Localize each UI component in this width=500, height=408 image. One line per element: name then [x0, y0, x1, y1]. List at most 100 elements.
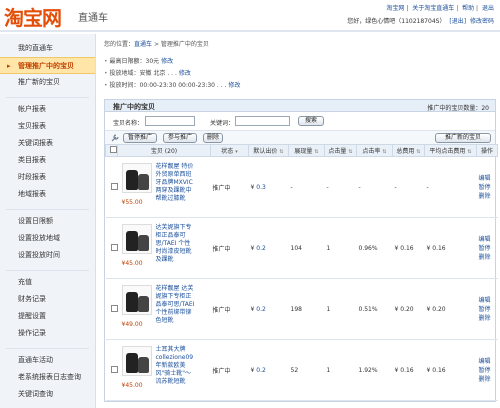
sidebar-item-promote-new[interactable]: 推广新的宝贝	[0, 74, 95, 91]
delete-link[interactable]: 删除	[479, 375, 498, 384]
edit-link[interactable]: 编辑	[479, 357, 498, 366]
sort-icon: ⇅	[382, 149, 387, 155]
baby-name-label: 宝贝名称：	[113, 120, 144, 127]
col-ctr[interactable]: 点击率 ⇅	[356, 144, 393, 157]
sidebar-item-old-report-log[interactable]: 老系统报表日志查询	[0, 369, 95, 386]
product-thumbnail[interactable]	[121, 224, 152, 254]
bullet-icon: •	[104, 82, 108, 89]
logout-link[interactable]: 退出	[482, 5, 494, 12]
avg-cpc-cell: -	[424, 156, 477, 218]
edit-link[interactable]: 编辑	[479, 296, 498, 305]
time-row: • 投放时间：00:00-23:30 00:00-23:30 . . . 修改	[104, 80, 496, 92]
bid-value[interactable]: 0.2	[256, 245, 266, 252]
row-checkbox[interactable]	[110, 243, 118, 251]
delete-link[interactable]: 删除	[479, 192, 498, 201]
time-edit-link[interactable]: 修改	[228, 82, 240, 89]
ops-cell: 编辑 暂停 删除	[476, 156, 498, 218]
sidebar-item-finance-records[interactable]: 财务记录	[0, 291, 95, 308]
product-price: ¥49.00	[122, 321, 143, 328]
sidebar-item-recharge[interactable]: 充值	[0, 274, 95, 291]
exit-link[interactable]: [退出]	[449, 18, 466, 25]
keyword-input[interactable]	[235, 116, 290, 126]
sidebar-item-ztc-activities[interactable]: 直通车活动	[0, 352, 95, 369]
sidebar-item-operation-log[interactable]: 操作记录	[0, 325, 95, 342]
row-checkbox[interactable]	[110, 365, 118, 373]
bid-value[interactable]: 0.2	[256, 367, 266, 374]
taobao-logo[interactable]: 淘宝网	[4, 2, 62, 31]
sidebar-item-time-report[interactable]: 时段报表	[0, 169, 95, 186]
product-title-link[interactable]: 土耳其大牌 collezione09年新款欧美风"骑士靴"～流苏靴短靴	[156, 346, 196, 386]
col-status-label: 状态	[221, 148, 234, 155]
product-thumbnail[interactable]	[121, 346, 152, 376]
col-ctr-label: 点击率	[362, 148, 381, 155]
sidebar-item-baby-report[interactable]: 宝贝报表	[0, 118, 95, 135]
sidebar-item-manage-promoting[interactable]: ▸ 管理推广中的宝贝	[0, 57, 95, 74]
sort-icon: ⇅	[279, 149, 284, 155]
product-thumbnail[interactable]	[121, 285, 152, 315]
sidebar-item-set-daily-limit[interactable]: 设置日限额	[0, 213, 95, 230]
col-default-bid[interactable]: 默认出价 ⇅	[248, 144, 289, 157]
sidebar-item-reminder-settings[interactable]: 提醒设置	[0, 308, 95, 325]
about-link[interactable]: 关于淘宝直通车	[412, 5, 454, 12]
col-impressions[interactable]: 展现量 ⇅	[288, 144, 325, 157]
row-checkbox[interactable]	[110, 304, 118, 312]
yen-icon: ¥	[394, 305, 399, 313]
taobao-link[interactable]: 淘宝网	[386, 5, 404, 12]
edit-link[interactable]: 编辑	[479, 174, 498, 183]
col-clicks[interactable]: 点击量 ⇅	[324, 144, 357, 157]
product-title-link[interactable]: 花样靓屋 达芙妮旗下专柜正品泰可思/TAEI 个性前绑带铆色短靴	[156, 285, 196, 325]
sidebar-item-set-region[interactable]: 设置投放地域	[0, 230, 95, 247]
bid-value[interactable]: 0.3	[256, 184, 266, 191]
col-status[interactable]: 状态 ▾	[210, 144, 249, 157]
col-avg-cpc[interactable]: 平均点击费用 ⇅	[424, 144, 477, 157]
modify-password-link[interactable]: 修改密码	[470, 18, 494, 25]
sidebar-item-account-report[interactable]: 帐户报表	[0, 101, 95, 118]
yen-icon: ¥	[426, 366, 431, 374]
settings-summary: • 最高日限额：30元 修改 • 投放地域：安徽 北京 . . . 修改 • 投放时间…	[104, 56, 496, 92]
search-button[interactable]: 搜索	[298, 116, 324, 126]
col-cost[interactable]: 总费用 ⇅	[392, 144, 425, 157]
delete-button[interactable]: 删除	[203, 133, 223, 143]
delete-link[interactable]: 删除	[479, 314, 498, 323]
join-promotion-button[interactable]: 参与推广	[163, 133, 197, 143]
baby-count-suffix: (20)	[164, 148, 178, 155]
daily-limit-edit-link[interactable]: 修改	[161, 58, 173, 65]
sidebar-item-category-report[interactable]: 类目报表	[0, 152, 95, 169]
sidebar-item-my-ztc[interactable]: 我的直通车	[0, 40, 95, 57]
sidebar-item-region-report[interactable]: 地域报表	[0, 186, 95, 203]
top-links: 淘宝网 | 关于淘宝直通车 | 帮助 | 退出	[386, 5, 494, 12]
yen-icon: ¥	[426, 244, 431, 252]
row-checkbox[interactable]	[110, 182, 118, 190]
product-title-link[interactable]: 花样靓屋 特价外贸原单西班牙品牌MXVIC两穿及踝靴中帮靴过膝靴	[156, 163, 196, 203]
pause-link[interactable]: 暂停	[479, 244, 498, 253]
ops-cell: 编辑 暂停 删除	[476, 339, 498, 401]
pause-promotion-button[interactable]: 暂停推广	[123, 133, 157, 143]
sidebar-item-set-time[interactable]: 设置投放时间	[0, 247, 95, 264]
sidebar-item-keyword-query[interactable]: 关键词查询	[0, 386, 95, 403]
product-price-value: 55.00	[125, 199, 143, 206]
wrench-icon	[111, 134, 119, 142]
item-cell: 土耳其大牌 collezione09年新款欧美风"骑士靴"～流苏靴短靴 ¥45.…	[117, 339, 211, 401]
delete-link[interactable]: 删除	[479, 253, 498, 262]
product-price: ¥55.00	[122, 199, 143, 206]
product-price-value: 45.00	[125, 382, 143, 389]
pause-link[interactable]: 暂停	[479, 305, 498, 314]
bid-value[interactable]: 0.2	[256, 306, 266, 313]
baby-name-input[interactable]	[145, 116, 195, 126]
product-title-link[interactable]: 达芙妮旗下专柜正品泰可思/TAEI 个性时尚漆皮短靴及踝靴	[156, 224, 196, 264]
breadcrumb-current: 管理推广中的宝贝	[160, 41, 209, 48]
edit-link[interactable]: 编辑	[479, 235, 498, 244]
breadcrumb-home-link[interactable]: 直通车	[134, 41, 152, 48]
cost-cell: ¥ 0.16	[392, 217, 425, 279]
avg-cpc-cell: ¥ 0.16	[424, 339, 477, 401]
sidebar-item-keyword-report[interactable]: 关键词报表	[0, 135, 95, 152]
pause-link[interactable]: 暂停	[479, 183, 498, 192]
product-thumbnail[interactable]	[121, 163, 152, 193]
col-cost-label: 总费用	[396, 148, 415, 155]
panel-header: 推广中的宝贝 推广中的宝贝数量：20	[105, 100, 495, 112]
promote-new-baby-button[interactable]: 推广新的宝贝	[435, 133, 491, 143]
help-link[interactable]: 帮助	[462, 5, 474, 12]
select-all-checkbox[interactable]	[109, 146, 117, 153]
pause-link[interactable]: 暂停	[479, 366, 498, 375]
region-edit-link[interactable]: 修改	[179, 70, 191, 77]
